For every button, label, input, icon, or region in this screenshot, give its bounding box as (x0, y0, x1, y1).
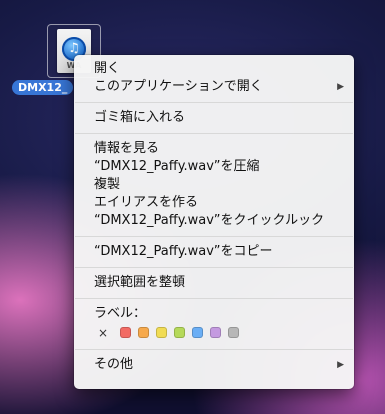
file-name-label[interactable]: DMX12_ (12, 80, 74, 95)
menu-item-make-alias[interactable]: エイリアスを作る (74, 194, 354, 212)
label-heading: ラベル： (74, 305, 354, 323)
menu-separator (75, 298, 353, 299)
menu-item-duplicate[interactable]: 複製 (74, 176, 354, 194)
menu-item-open[interactable]: 開く (74, 60, 354, 78)
label-swatch-green[interactable] (174, 327, 185, 338)
clear-label-icon[interactable]: × (98, 323, 108, 343)
label-swatch-yellow[interactable] (156, 327, 167, 338)
submenu-arrow-icon: ▶ (337, 360, 344, 370)
menu-item-label: “DMX12_Paffy.wav”をコピー (94, 244, 273, 259)
menu-item-label: ゴミ箱に入れる (94, 110, 186, 125)
menu-item-label: “DMX12_Paffy.wav”をクイックルック (94, 213, 325, 228)
menu-separator (75, 102, 353, 103)
menu-item-label: 開く (94, 61, 121, 76)
menu-item-compress[interactable]: “DMX12_Paffy.wav”を圧縮 (74, 158, 354, 176)
menu-item-label: このアプリケーションで開く (94, 79, 263, 94)
menu-item-quick-look[interactable]: “DMX12_Paffy.wav”をクイックルック (74, 212, 354, 230)
menu-separator (75, 349, 353, 350)
menu-item-label: 複製 (94, 177, 121, 192)
label-swatch-purple[interactable] (210, 327, 221, 338)
menu-item-copy[interactable]: “DMX12_Paffy.wav”をコピー (74, 243, 354, 261)
menu-item-label: エイリアスを作る (94, 195, 199, 210)
menu-item-label: 情報を見る (94, 141, 160, 156)
menu-item-move-to-trash[interactable]: ゴミ箱に入れる (74, 109, 354, 127)
menu-item-get-info[interactable]: 情報を見る (74, 140, 354, 158)
menu-item-label: その他 (94, 357, 134, 372)
menu-item-clean-up-selection[interactable]: 選択範囲を整頓 (74, 274, 354, 292)
menu-separator (75, 267, 353, 268)
label-swatch-orange[interactable] (138, 327, 149, 338)
context-menu: 開く このアプリケーションで開く ▶ ゴミ箱に入れる 情報を見る “DMX12_… (74, 55, 354, 389)
menu-item-more[interactable]: その他 ▶ (74, 356, 354, 374)
label-color-row: × (74, 323, 354, 343)
label-swatch-red[interactable] (120, 327, 131, 338)
menu-item-label: 選択範囲を整頓 (94, 275, 186, 290)
submenu-arrow-icon: ▶ (337, 82, 344, 92)
label-swatch-gray[interactable] (228, 327, 239, 338)
menu-item-label: “DMX12_Paffy.wav”を圧縮 (94, 159, 260, 174)
menu-item-open-with[interactable]: このアプリケーションで開く ▶ (74, 78, 354, 96)
menu-separator (75, 236, 353, 237)
menu-separator (75, 133, 353, 134)
label-swatch-blue[interactable] (192, 327, 203, 338)
label-heading-text: ラベル： (94, 306, 147, 321)
